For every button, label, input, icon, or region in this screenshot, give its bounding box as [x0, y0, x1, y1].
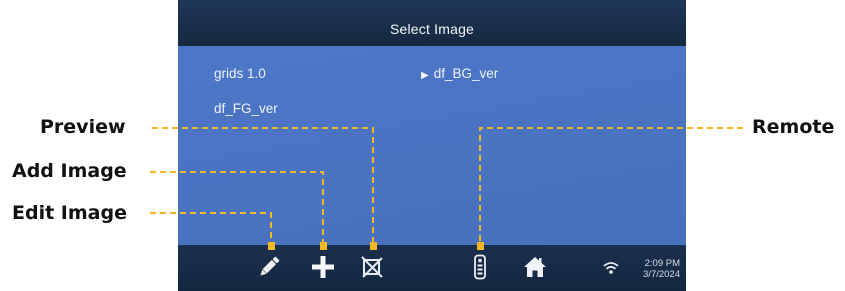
edit-image-leader-end [268, 242, 275, 250]
remote-leader-end [477, 242, 484, 250]
edit-image-leader-line [150, 212, 272, 246]
remote-leader-line [479, 127, 743, 246]
callout-add-image: Add Image [12, 160, 127, 182]
preview-leader-line [152, 127, 374, 246]
add-image-leader-line [150, 171, 324, 246]
callout-preview: Preview [40, 116, 126, 138]
preview-leader-end [370, 242, 377, 250]
callout-remote: Remote [752, 116, 835, 138]
callout-lines [150, 127, 743, 250]
callout-edit-image: Edit Image [12, 202, 127, 224]
add-image-leader-end [320, 242, 327, 250]
